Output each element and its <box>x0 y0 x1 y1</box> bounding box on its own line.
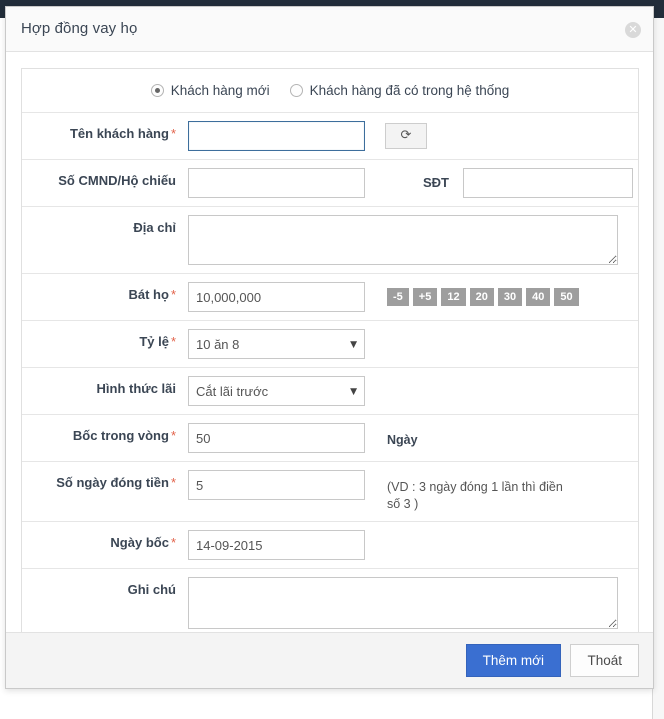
radio-existing-customer[interactable]: Khách hàng đã có trong hệ thống <box>289 83 510 98</box>
note-textarea[interactable] <box>188 577 618 629</box>
label-principal: Bát họ * <box>22 274 188 302</box>
control-address <box>188 207 638 273</box>
quick-amount-chip[interactable]: 30 <box>497 288 523 306</box>
row-customer-name: Tên khách hàng * ⟳ <box>22 113 638 160</box>
row-principal: Bát họ* -5 +5 12 20 30 40 50 <box>22 274 638 321</box>
row-address: Địa chỉ <box>22 207 638 274</box>
control-rate: 10 ăn 8 ▼ <box>188 321 638 367</box>
close-icon[interactable]: ✕ <box>625 22 641 38</box>
quick-amount-chip[interactable]: 50 <box>554 288 579 306</box>
interest-type-select[interactable]: Cắt lãi trước <box>188 376 365 406</box>
label-payment-interval-text: Số ngày đóng tiền <box>56 475 169 490</box>
dialog-body: Khách hàng mới Khách hàng đã có trong hệ… <box>6 52 653 685</box>
required-marker: * <box>170 475 176 490</box>
row-interest-type: Hình thức lãi Cắt lãi trước ▼ <box>22 368 638 415</box>
control-interest-type: Cắt lãi trước ▼ <box>188 368 638 414</box>
customer-type-row: Khách hàng mới Khách hàng đã có trong hệ… <box>22 69 638 113</box>
label-interest-type: Hình thức lãi <box>96 381 176 396</box>
dialog-footer: Thêm mới Thoát <box>6 632 653 688</box>
quick-amount-chip[interactable]: -5 <box>387 288 409 306</box>
required-marker: * <box>170 287 176 302</box>
label-customer-name: Tên khách hàng * <box>22 113 188 141</box>
label-note: Ghi chú <box>127 582 176 597</box>
control-start-date <box>188 522 638 568</box>
id-number-input[interactable] <box>188 168 365 198</box>
payment-interval-hint: (VD : 3 ngày đóng 1 lần thì điền số 3 ) <box>387 480 563 511</box>
required-marker: * <box>170 428 176 443</box>
address-textarea[interactable] <box>188 215 618 265</box>
label-payment-interval: Số ngày đóng tiền * <box>22 462 188 490</box>
control-note <box>188 569 638 637</box>
label-rate-text: Tỷ lệ <box>139 334 169 349</box>
radio-new-customer[interactable]: Khách hàng mới <box>150 83 270 98</box>
label-start-date-text: Ngày bốc <box>110 535 169 550</box>
control-id-phone: SĐT <box>188 160 638 206</box>
start-date-input[interactable] <box>188 530 365 560</box>
phone-input[interactable] <box>463 168 633 198</box>
row-duration: Bốc trong vòng* Ngày <box>22 415 638 462</box>
principal-input[interactable] <box>188 282 365 312</box>
control-duration: Ngày <box>188 415 638 461</box>
refresh-icon[interactable]: ⟳ <box>385 123 427 149</box>
quick-amount-chip[interactable]: 40 <box>526 288 551 306</box>
control-customer-name: ⟳ <box>188 113 638 159</box>
required-marker: * <box>170 334 176 349</box>
row-payment-interval: Số ngày đóng tiền* (VD : 3 ngày đóng 1 l… <box>22 462 638 522</box>
row-start-date: Ngày bốc * <box>22 522 638 569</box>
dialog-header: Hợp đồng vay họ ✕ <box>6 7 653 52</box>
loan-contract-dialog: Hợp đồng vay họ ✕ Khách hàng mới Khách h… <box>5 6 654 689</box>
rate-select[interactable]: 10 ăn 8 <box>188 329 365 359</box>
rate-select-wrapper: 10 ăn 8 ▼ <box>188 329 365 359</box>
required-marker: * <box>170 535 176 550</box>
duration-unit-label: Ngày <box>387 433 418 447</box>
duration-input[interactable] <box>188 423 365 453</box>
label-start-date: Ngày bốc * <box>22 522 188 550</box>
submit-button[interactable]: Thêm mới <box>465 644 562 677</box>
required-marker: * <box>170 126 176 141</box>
quick-amount-chip[interactable]: 12 <box>441 288 466 306</box>
radio-existing-customer-mark <box>289 84 303 97</box>
label-duration: Bốc trong vòng * <box>22 415 188 443</box>
label-rate: Tỷ lệ * <box>22 321 188 349</box>
label-principal-text: Bát họ <box>128 287 169 302</box>
dialog-title: Hợp đồng vay họ <box>21 20 138 37</box>
row-note: Ghi chú <box>22 569 638 638</box>
row-id-phone: Số CMND/Hộ chiếu SĐT <box>22 160 638 207</box>
quick-amount-chip[interactable]: +5 <box>412 288 438 306</box>
customer-name-input[interactable] <box>188 121 365 151</box>
label-address: Địa chỉ <box>133 220 176 235</box>
loan-form: Khách hàng mới Khách hàng đã có trong hệ… <box>21 68 639 685</box>
control-payment-interval: (VD : 3 ngày đóng 1 lần thì điền số 3 ) <box>188 462 638 521</box>
radio-existing-customer-label: Khách hàng đã có trong hệ thống <box>309 83 510 98</box>
label-customer-name-text: Tên khách hàng <box>69 126 169 141</box>
radio-new-customer-mark <box>150 84 164 97</box>
radio-new-customer-label: Khách hàng mới <box>170 83 270 98</box>
label-phone: SĐT <box>423 175 449 190</box>
quick-amount-chip[interactable]: 20 <box>469 288 494 306</box>
label-duration-text: Bốc trong vòng <box>72 428 169 443</box>
cancel-button[interactable]: Thoát <box>570 644 639 677</box>
label-id-number: Số CMND/Hộ chiếu <box>58 173 176 188</box>
interest-type-select-wrapper: Cắt lãi trước ▼ <box>188 376 365 406</box>
quick-amount-group: -5 +5 12 20 30 40 50 <box>387 282 583 306</box>
payment-interval-input[interactable] <box>188 470 365 500</box>
control-principal: -5 +5 12 20 30 40 50 <box>188 274 638 320</box>
row-rate: Tỷ lệ * 10 ăn 8 ▼ <box>22 321 638 368</box>
